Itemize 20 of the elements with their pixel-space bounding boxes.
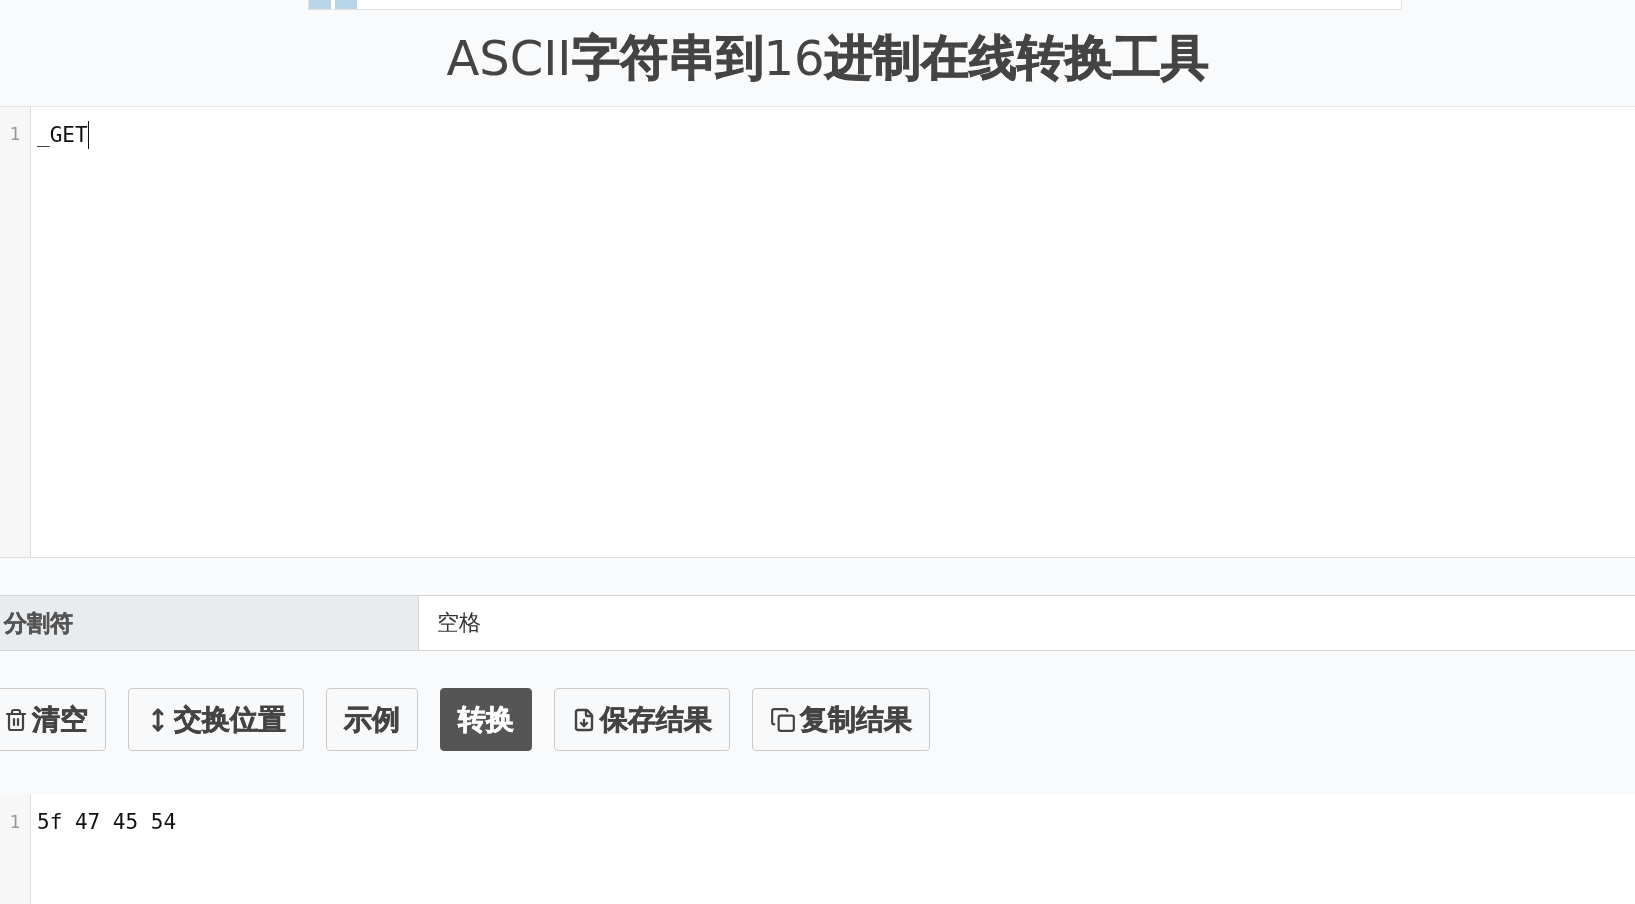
action-button[interactable]: 转换 (440, 688, 532, 751)
action-button[interactable]: 交换位置 (128, 688, 304, 751)
code-line: _GET (37, 122, 88, 148)
action-button[interactable]: 复制结果 (752, 688, 930, 751)
file-download-icon (572, 707, 596, 732)
code-editor[interactable]: 1 _GET (0, 107, 1635, 558)
code-line: 5f 47 45 54 (37, 809, 177, 835)
trash-icon (4, 707, 28, 732)
action-button[interactable]: 示例 (326, 688, 418, 751)
text-cursor (87, 121, 89, 149)
delimiter-label: 分割符 (0, 596, 419, 650)
code-editor[interactable]: 1 5f 47 45 54 (0, 795, 1635, 904)
copy-icon (770, 706, 796, 733)
tab-chip (335, 0, 357, 9)
line-number: 1 (8, 122, 22, 146)
action-button[interactable]: 保存结果 (554, 688, 730, 751)
action-button[interactable]: 清空 (0, 688, 106, 751)
delimiter-field[interactable]: 空格 (419, 596, 1635, 650)
line-number: 1 (8, 810, 22, 834)
tab-chip (309, 0, 331, 9)
